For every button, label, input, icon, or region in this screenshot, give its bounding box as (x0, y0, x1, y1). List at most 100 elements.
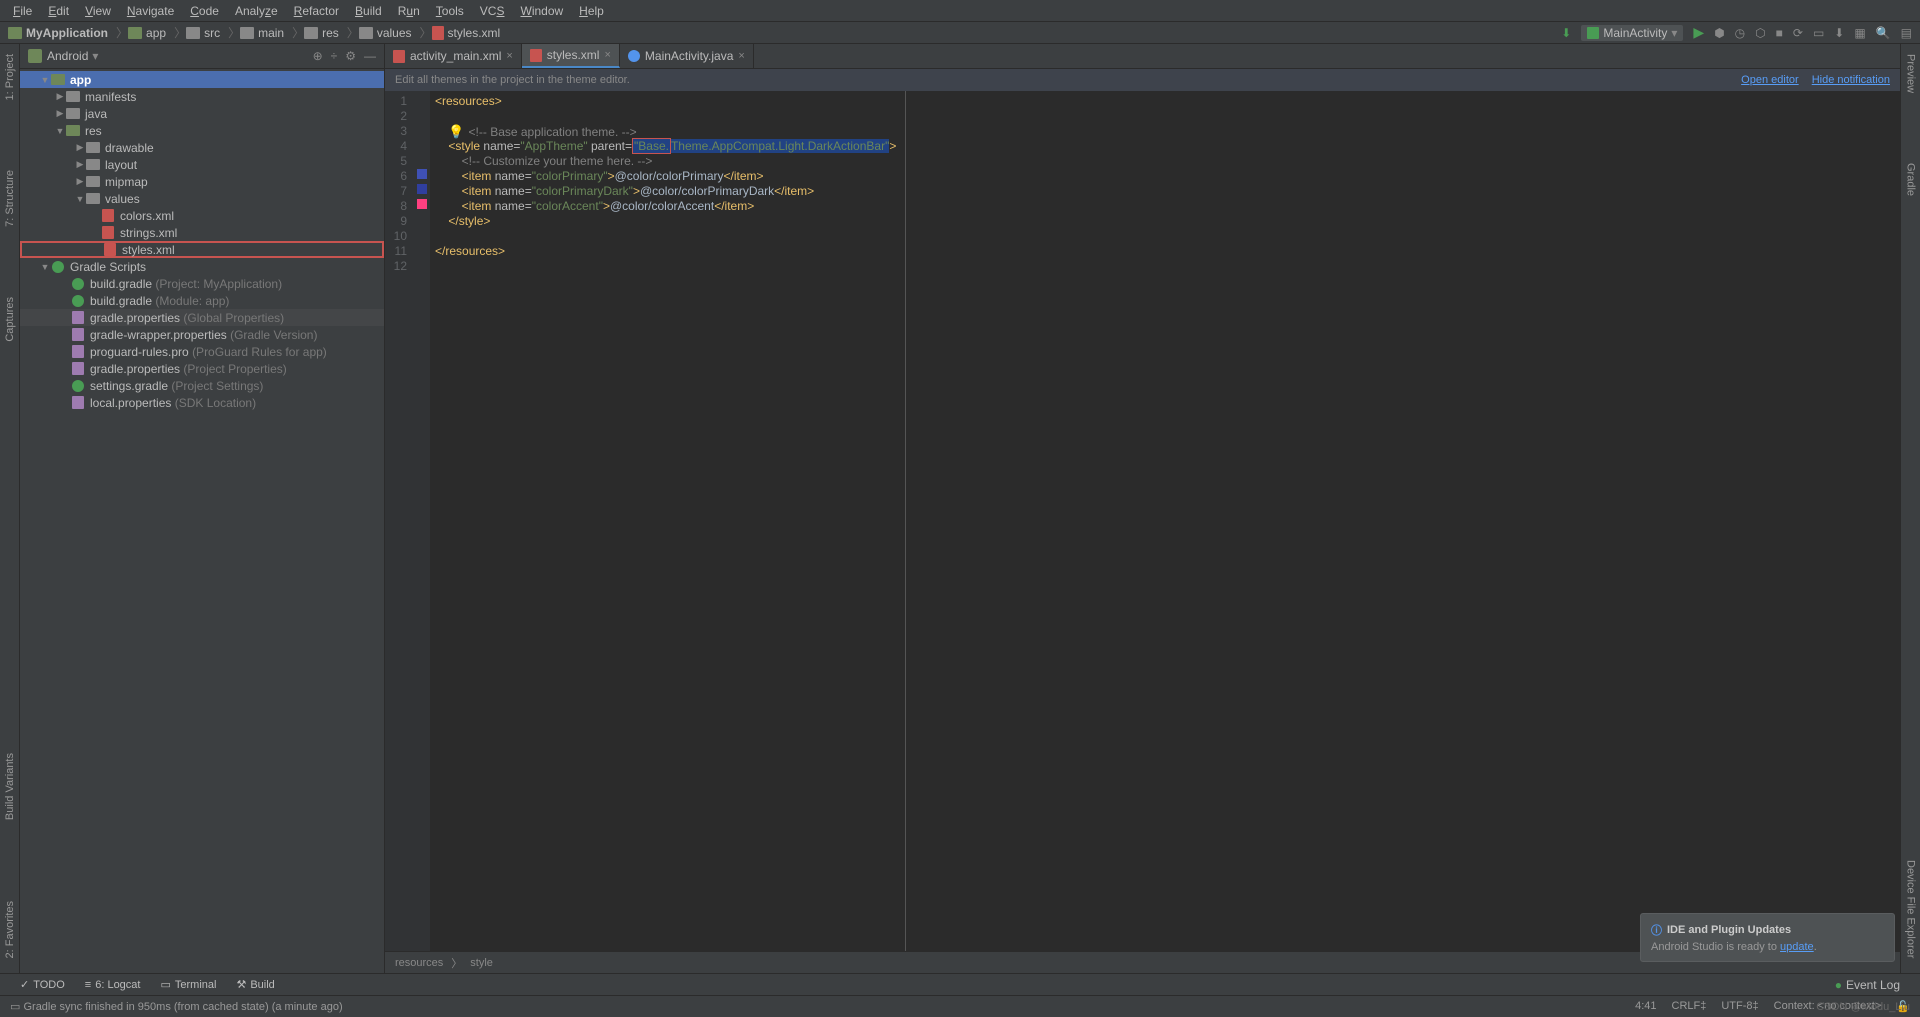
profile-button[interactable]: ◷ (1735, 26, 1745, 40)
tree-strings[interactable]: strings.xml (20, 224, 384, 241)
tab-structure[interactable]: 7: Structure (4, 165, 16, 232)
tree-colors[interactable]: colors.xml (20, 207, 384, 224)
panel-header: Android ▾ ⊕ ÷ ⚙ — (20, 44, 384, 69)
bottom-tool-strip: ✓TODO ≡6: Logcat ▭Terminal ⚒Build ●Event… (0, 973, 1920, 995)
menu-tools[interactable]: Tools (428, 1, 472, 21)
encoding[interactable]: UTF-8‡ (1721, 1000, 1758, 1013)
tab-todo[interactable]: ✓TODO (20, 978, 65, 991)
tree-local-properties[interactable]: local.properties (SDK Location) (20, 394, 384, 411)
tree-gradle-scripts[interactable]: ▼Gradle Scripts (20, 258, 384, 275)
notification-popup: ⓘIDE and Plugin Updates Android Studio i… (1640, 913, 1895, 962)
menu-edit[interactable]: Edit (40, 1, 77, 21)
crumb-project[interactable]: MyApplication (8, 26, 108, 40)
tab-mainactivity[interactable]: MainActivity.java× (620, 44, 754, 68)
info-icon: ⓘ (1651, 922, 1662, 938)
menu-vcs[interactable]: VCS (472, 1, 513, 21)
menu-window[interactable]: Window (512, 1, 571, 21)
caret-position[interactable]: 4:41 (1635, 1000, 1656, 1013)
tree-build-gradle-module[interactable]: build.gradle (Module: app) (20, 292, 384, 309)
color-marker-primary-dark[interactable] (417, 184, 427, 194)
tab-project[interactable]: 1: Project (4, 49, 16, 105)
left-tool-strip: 1: Project 7: Structure Captures Build V… (0, 44, 20, 973)
tab-gradle[interactable]: Gradle (1905, 158, 1917, 201)
tab-activity-main[interactable]: activity_main.xml× (385, 44, 522, 68)
tab-build-variants[interactable]: Build Variants (4, 748, 16, 825)
tab-build[interactable]: ⚒Build (236, 978, 274, 991)
color-marker-accent[interactable] (417, 199, 427, 209)
tree-app[interactable]: ▼app (20, 71, 384, 88)
tree-layout[interactable]: ▶layout (20, 156, 384, 173)
tab-favorites[interactable]: 2: Favorites (4, 896, 16, 963)
sync-icon[interactable]: ⟳ (1793, 26, 1803, 40)
color-marker-primary[interactable] (417, 169, 427, 179)
crumb-values[interactable]: values (359, 26, 412, 40)
close-icon[interactable]: × (738, 50, 744, 62)
crumb-res[interactable]: res (304, 26, 339, 40)
tab-styles[interactable]: styles.xml× (522, 44, 620, 68)
menu-file[interactable]: File (5, 1, 40, 21)
tree-drawable[interactable]: ▶drawable (20, 139, 384, 156)
collapse-icon[interactable]: ÷ (331, 49, 338, 63)
tree-values[interactable]: ▼values (20, 190, 384, 207)
menu-analyze[interactable]: Analyze (227, 1, 286, 21)
menu-build[interactable]: Build (347, 1, 390, 21)
tree-styles[interactable]: styles.xml (20, 241, 384, 258)
sdk-icon[interactable]: ⬇ (1834, 26, 1844, 40)
settings-icon[interactable]: ▤ (1901, 26, 1912, 40)
menu-refactor[interactable]: Refactor (286, 1, 347, 21)
crumb-file[interactable]: styles.xml (432, 26, 501, 40)
right-margin-line (905, 91, 906, 951)
menu-view[interactable]: View (77, 1, 119, 21)
tree-gradle-properties-global[interactable]: gradle.properties (Global Properties) (20, 309, 384, 326)
debug-button[interactable]: ⬢ (1714, 26, 1724, 40)
tree-build-gradle-project[interactable]: build.gradle (Project: MyApplication) (20, 275, 384, 292)
tree-gradle-wrapper[interactable]: gradle-wrapper.properties (Gradle Versio… (20, 326, 384, 343)
tab-logcat[interactable]: ≡6: Logcat (85, 979, 141, 991)
line-separator[interactable]: CRLF‡ (1672, 1000, 1707, 1013)
gear-icon[interactable]: ⚙ (345, 49, 356, 63)
tree-mipmap[interactable]: ▶mipmap (20, 173, 384, 190)
search-icon[interactable]: 🔍 (1876, 26, 1891, 40)
crumb-resources[interactable]: resources (395, 957, 443, 969)
menu-help[interactable]: Help (571, 1, 612, 21)
stop-button[interactable]: ■ (1776, 26, 1783, 40)
hide-notification-link[interactable]: Hide notification (1812, 74, 1890, 86)
scroll-from-source-icon[interactable]: ⊕ (313, 49, 323, 63)
crumb-app[interactable]: app (128, 26, 166, 40)
tree-java[interactable]: ▶java (20, 105, 384, 122)
line-numbers: 123456789101112 (385, 91, 415, 951)
panel-title[interactable]: Android (47, 49, 88, 63)
project-structure-icon[interactable]: ▦ (1854, 26, 1865, 40)
tab-device-explorer[interactable]: Device File Explorer (1905, 855, 1917, 963)
tree-manifests[interactable]: ▶manifests (20, 88, 384, 105)
crumb-src[interactable]: src (186, 26, 220, 40)
close-icon[interactable]: × (506, 50, 512, 62)
menu-run[interactable]: Run (390, 1, 428, 21)
status-icon[interactable]: ▭ (10, 1000, 20, 1013)
make-icon[interactable]: ⬇ (1561, 26, 1571, 40)
tab-terminal[interactable]: ▭Terminal (160, 978, 216, 991)
attach-debugger-icon[interactable]: ⬡ (1755, 26, 1765, 40)
event-log[interactable]: ●Event Log (1835, 978, 1900, 992)
crumb-style[interactable]: style (470, 957, 493, 969)
tree-settings-gradle[interactable]: settings.gradle (Project Settings) (20, 377, 384, 394)
avd-icon[interactable]: ▭ (1813, 26, 1824, 40)
run-config-selector[interactable]: MainActivity▾ (1581, 25, 1683, 41)
run-button[interactable]: ▶ (1693, 24, 1704, 41)
open-editor-link[interactable]: Open editor (1741, 74, 1798, 86)
tree-gradle-properties-project[interactable]: gradle.properties (Project Properties) (20, 360, 384, 377)
tab-preview[interactable]: Preview (1905, 49, 1917, 98)
bulb-icon[interactable]: 💡 (448, 124, 464, 139)
fold-column[interactable] (415, 91, 430, 951)
tree-res[interactable]: ▼res (20, 122, 384, 139)
hide-icon[interactable]: — (364, 49, 376, 63)
close-icon[interactable]: × (604, 49, 610, 61)
menu-navigate[interactable]: Navigate (119, 1, 182, 21)
tree-proguard[interactable]: proguard-rules.pro (ProGuard Rules for a… (20, 343, 384, 360)
project-tree: ▼app ▶manifests ▶java ▼res ▶drawable ▶la… (20, 69, 384, 973)
menu-code[interactable]: Code (182, 1, 227, 21)
tab-captures[interactable]: Captures (4, 292, 16, 347)
update-link[interactable]: update (1780, 941, 1814, 953)
code-editor[interactable]: 123456789101112 <resources> 💡<!-- Base a… (385, 91, 1900, 951)
crumb-main[interactable]: main (240, 26, 284, 40)
